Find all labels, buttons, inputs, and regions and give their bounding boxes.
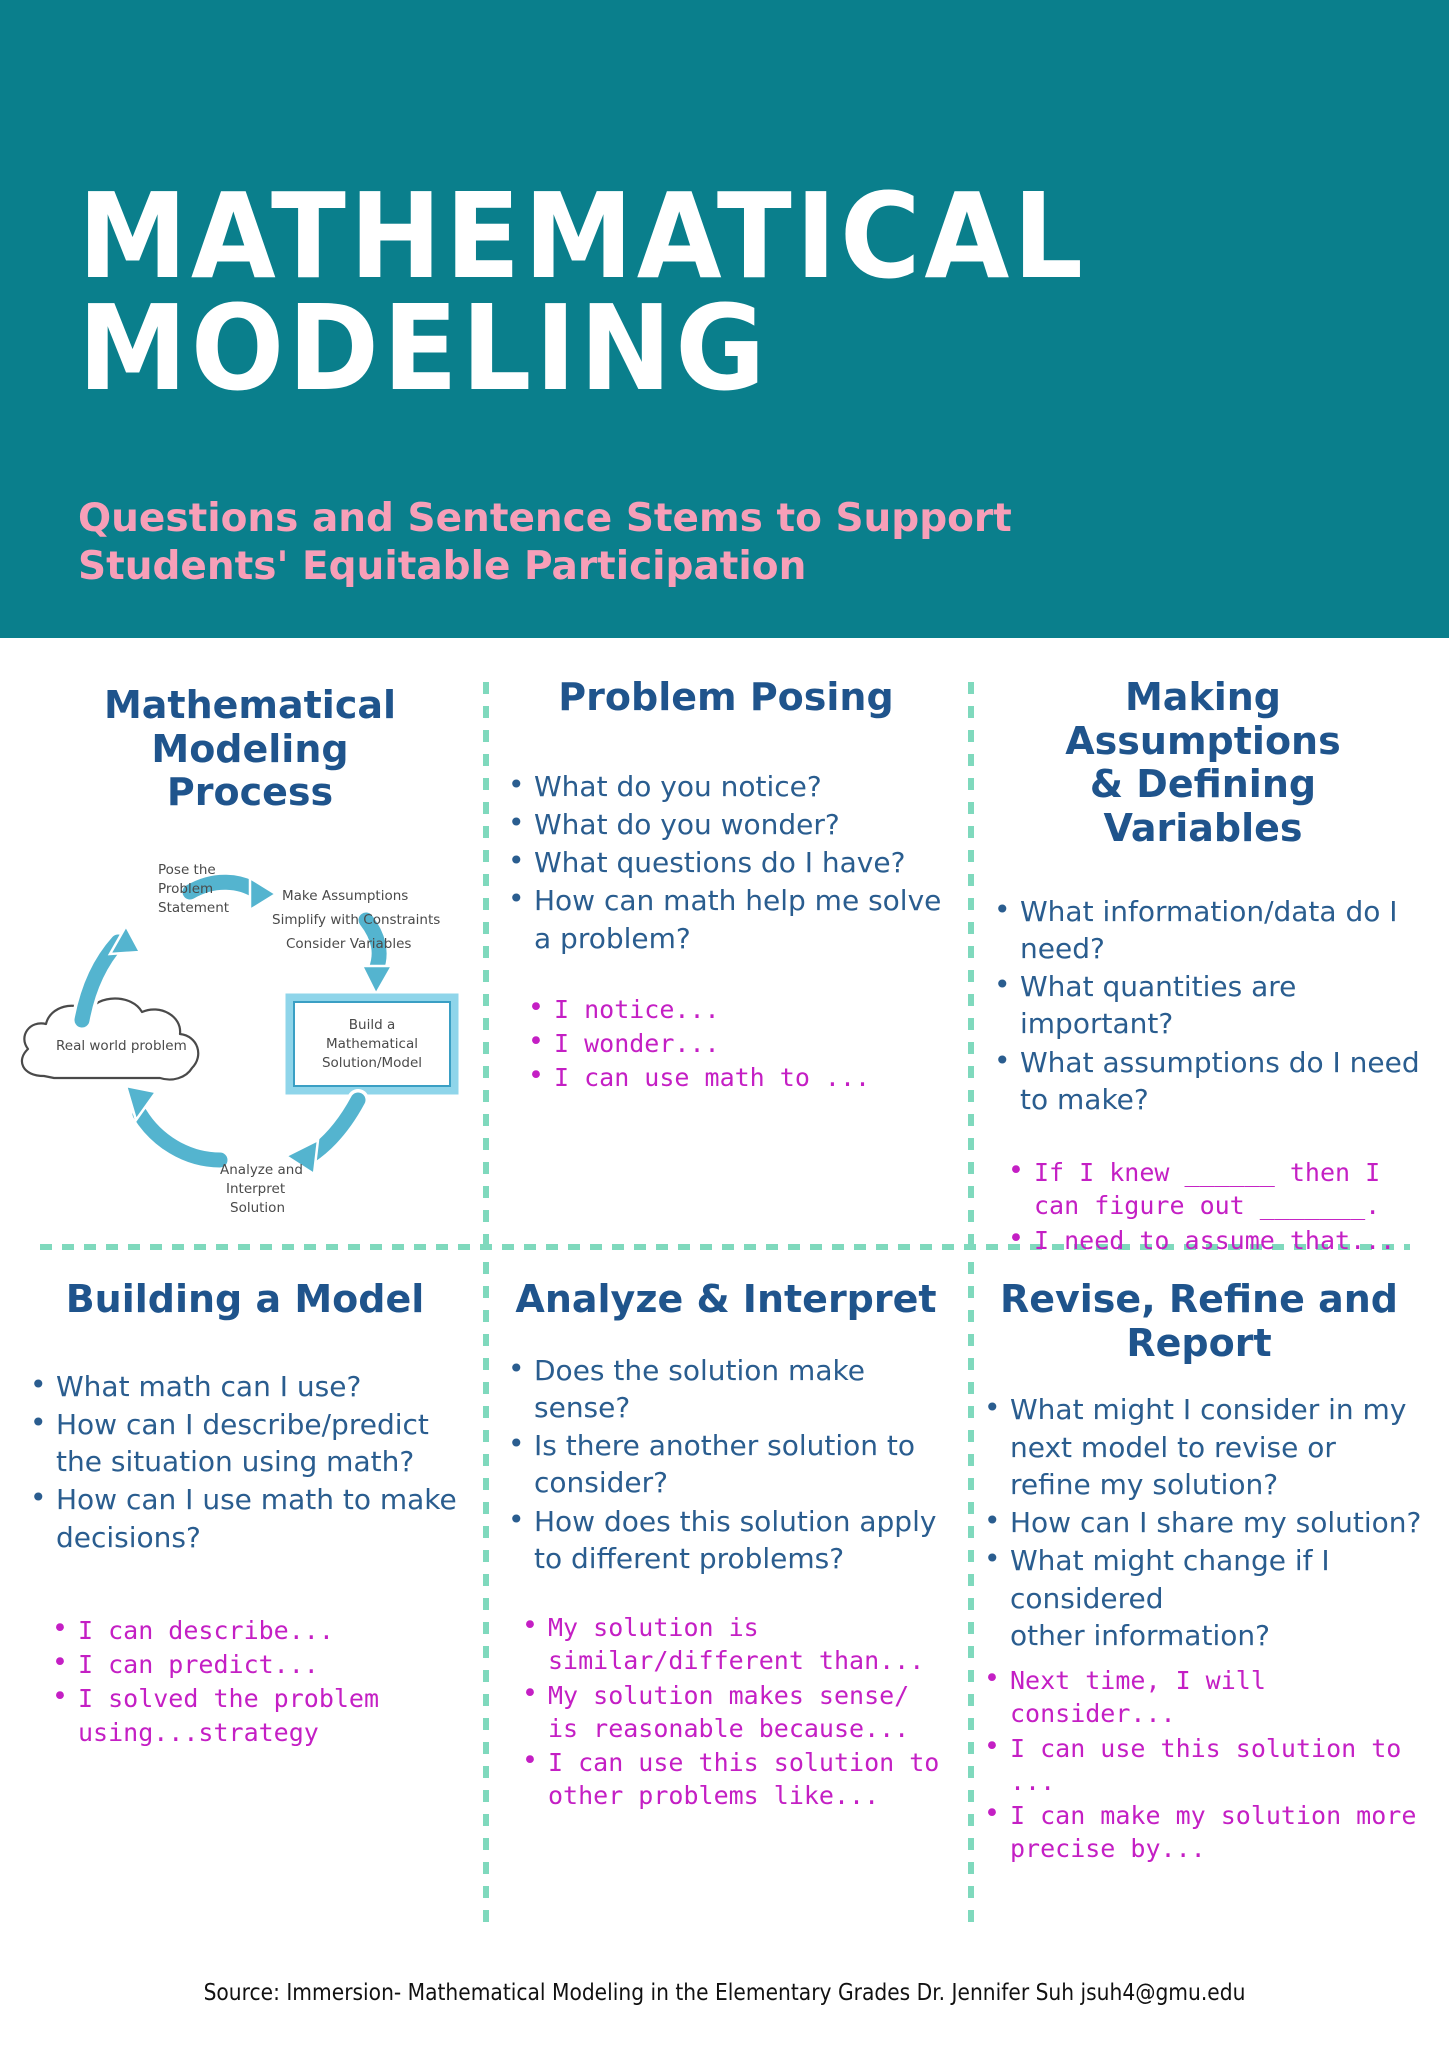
list-item: How can I use math to make decisions? bbox=[22, 1479, 468, 1555]
list-item: What information/data do I need? bbox=[986, 891, 1420, 967]
poster-root: MATHEMATICAL MODELING Questions and Sent… bbox=[0, 0, 1449, 2048]
divider-vertical-bottom-left bbox=[483, 1262, 489, 1922]
list-item: What questions do I have? bbox=[500, 842, 952, 881]
panel-heading-assumptions-variables: Making Assumptions & Defining Variables bbox=[1065, 675, 1341, 851]
diagram-label-build-3: Solution/Model bbox=[322, 1055, 422, 1071]
list-item: My solution makes sense/ is reasonable b… bbox=[514, 1676, 952, 1746]
divider-vertical-top-right bbox=[968, 682, 974, 1244]
stem-list-analyze-interpret: My solution is similar/different than...… bbox=[514, 1608, 952, 1813]
panel-analyze-interpret: Analyze & Interpret Does the solution ma… bbox=[500, 1277, 952, 1814]
list-item: Does the solution make sense? bbox=[500, 1350, 952, 1426]
list-item: I can use this solution to ... bbox=[976, 1729, 1422, 1799]
diagram-label-build-1: Build a bbox=[349, 1017, 395, 1033]
list-item: I wonder... bbox=[520, 1024, 952, 1060]
diagram-label-pose-1: Pose the bbox=[158, 862, 216, 878]
list-item: What might I consider in my next model t… bbox=[976, 1389, 1422, 1503]
list-item: Is there another solution to consider? bbox=[500, 1425, 952, 1501]
diagram-label-assume-3: Consider Variables bbox=[286, 936, 411, 952]
stem-list-assumptions-variables: If I knew ______ then I can figure out _… bbox=[1000, 1153, 1420, 1257]
list-item: What math can I use? bbox=[22, 1366, 468, 1405]
list-item: If I knew ______ then I can figure out _… bbox=[1000, 1153, 1420, 1223]
list-item: I notice... bbox=[520, 990, 952, 1026]
panel-heading-revise-refine-report: Revise, Refine and Report bbox=[999, 1277, 1399, 1365]
diagram-label-cloud: Real world problem bbox=[56, 1038, 187, 1054]
list-item: I can describe... bbox=[44, 1611, 468, 1647]
list-item: Next time, I will consider... bbox=[976, 1661, 1422, 1731]
diagram-label-assume-1: Make Assumptions bbox=[282, 888, 408, 904]
question-list-revise-refine-report: What might I consider in my next model t… bbox=[976, 1389, 1422, 1654]
panel-process: Mathematical Modeling Process bbox=[30, 683, 470, 815]
diagram-label-analyze-2: Interpret bbox=[226, 1181, 285, 1197]
arrow-assumptions-to-build bbox=[355, 909, 395, 997]
page-title: MATHEMATICAL MODELING bbox=[78, 167, 1087, 418]
stem-list-building-a-model: I can describe... I can predict... I sol… bbox=[44, 1611, 468, 1749]
list-item: I solved the problem using...strategy bbox=[44, 1679, 468, 1749]
panel-building-a-model: Building a Model What math can I use? Ho… bbox=[22, 1277, 468, 1750]
divider-vertical-top-left bbox=[483, 682, 489, 1244]
panel-assumptions-variables: Making Assumptions & Defining Variables … bbox=[986, 675, 1420, 1258]
diagram-label-pose-3: Statement bbox=[158, 900, 229, 916]
list-item: I can use math to ... bbox=[520, 1058, 952, 1094]
page-subtitle: Questions and Sentence Stems to Support … bbox=[78, 496, 1012, 589]
list-item: I can predict... bbox=[44, 1645, 468, 1681]
question-list-analyze-interpret: Does the solution make sense? Is there a… bbox=[500, 1350, 952, 1577]
list-item: How can I describe/predict the situation… bbox=[22, 1404, 468, 1480]
arrow-analyze-to-cloud bbox=[124, 1084, 233, 1171]
stem-list-problem-posing: I notice... I wonder... I can use math t… bbox=[520, 990, 952, 1095]
panel-heading-analyze-interpret: Analyze & Interpret bbox=[515, 1277, 937, 1321]
list-item: How does this solution apply to differen… bbox=[500, 1501, 952, 1577]
poster-header: MATHEMATICAL MODELING Questions and Sent… bbox=[0, 0, 1449, 638]
question-list-problem-posing: What do you notice? What do you wonder? … bbox=[500, 766, 952, 957]
diagram-label-pose-2: Problem bbox=[158, 881, 213, 897]
list-item: How can math help me solve a problem? bbox=[500, 880, 952, 956]
list-item: What do you notice? bbox=[500, 766, 952, 805]
panel-heading-building-a-model: Building a Model bbox=[65, 1277, 425, 1321]
source-footer: Source: Immersion- Mathematical Modeling… bbox=[203, 1980, 1246, 2006]
diagram-label-analyze-1: Analyze and bbox=[220, 1162, 303, 1178]
list-item: What quantities are important? bbox=[986, 966, 1420, 1042]
list-item: What do you wonder? bbox=[500, 804, 952, 843]
list-item: I can use this solution to other problem… bbox=[514, 1743, 952, 1813]
stem-list-revise-refine-report: Next time, I will consider... I can use … bbox=[976, 1661, 1422, 1866]
modeling-cycle-diagram: Real world problem Build a Mathematical … bbox=[14, 838, 474, 1228]
panel-heading-problem-posing: Problem Posing bbox=[558, 675, 894, 719]
panel-heading-process: Mathematical Modeling Process bbox=[103, 683, 397, 815]
list-item: What assumptions do I need to make? bbox=[986, 1042, 1420, 1118]
panel-revise-refine-report: Revise, Refine and Report What might I c… bbox=[976, 1277, 1422, 1867]
list-item: I can make my solution more precise by..… bbox=[976, 1796, 1422, 1866]
list-item: I need to assume that... bbox=[1000, 1221, 1420, 1257]
list-item: What might change if I considered other … bbox=[976, 1540, 1422, 1654]
diagram-label-analyze-3: Solution bbox=[230, 1200, 285, 1216]
list-item: My solution is similar/different than... bbox=[514, 1608, 952, 1678]
diagram-label-assume-2: Simplify with Constraints bbox=[272, 912, 440, 928]
panel-problem-posing: Problem Posing What do you notice? What … bbox=[500, 675, 952, 1096]
diagram-label-build-2: Mathematical bbox=[326, 1036, 418, 1052]
question-list-assumptions-variables: What information/data do I need? What qu… bbox=[986, 891, 1420, 1118]
divider-vertical-bottom-right bbox=[968, 1262, 974, 1922]
question-list-building-a-model: What math can I use? How can I describe/… bbox=[22, 1366, 468, 1556]
list-item: How can I share my solution? bbox=[976, 1502, 1422, 1541]
